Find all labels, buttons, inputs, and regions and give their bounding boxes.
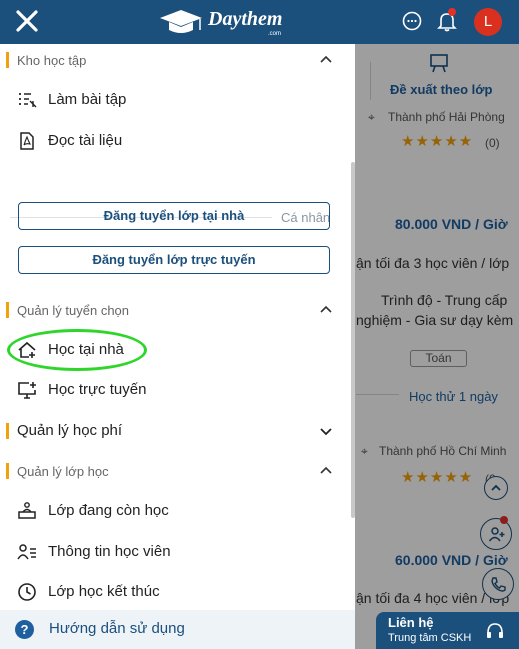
post-online-class-button[interactable]: Đăng tuyển lớp trực tuyến: [18, 246, 330, 274]
chevron-up-icon: [320, 55, 332, 63]
section-study[interactable]: Kho học tập: [0, 44, 345, 76]
logo-text: Daythem: [208, 8, 283, 30]
menu-item-student-info[interactable]: Thông tin học viên: [0, 533, 345, 571]
section-classes[interactable]: Quản lý lớp học: [0, 455, 345, 487]
section-classes-label: Quản lý lớp học: [17, 464, 109, 479]
section-selection[interactable]: Quản lý tuyển chọn: [0, 294, 345, 326]
section-study-label: Kho học tập: [17, 53, 87, 68]
menu-item-label: Thông tin học viên: [48, 543, 171, 560]
app-header: Daythem .com L: [0, 0, 519, 44]
menu-item-ongoing-classes[interactable]: Lớp đang còn học: [0, 492, 345, 530]
section-fees[interactable]: Quản lý học phí: [0, 415, 345, 447]
help-icon: ?: [15, 620, 34, 639]
help-label: Hướng dẫn sử dụng: [49, 620, 185, 637]
highlight-annotation: [7, 329, 147, 371]
pdf-file-icon: [20, 132, 34, 150]
chevron-up-icon: [320, 305, 332, 313]
menu-item-finished-classes[interactable]: Lớp học kết thúc: [0, 573, 345, 611]
notification-badge: [448, 8, 456, 16]
menu-item-read-docs[interactable]: Đọc tài liệu: [0, 122, 345, 160]
chevron-down-icon: [320, 428, 332, 436]
logo-domain: .com: [268, 31, 282, 37]
task-list-icon: [19, 93, 37, 108]
section-marker: [6, 52, 9, 68]
graduation-cap-icon: [160, 10, 202, 33]
section-marker: [6, 423, 9, 439]
avatar[interactable]: L: [474, 8, 502, 36]
menu-item-label: Đọc tài liệu: [48, 132, 123, 149]
section-fees-label: Quản lý học phí: [17, 422, 123, 439]
menu-item-label: Lớp học kết thúc: [48, 583, 160, 600]
menu-item-label: Học trực tuyến: [48, 381, 147, 398]
post-home-class-button[interactable]: Đăng tuyển lớp tại nhà: [18, 202, 330, 230]
menu-item-label: Lớp đang còn học: [48, 502, 169, 519]
drawer-scrollbar[interactable]: [351, 162, 355, 518]
user-list-icon: [17, 544, 36, 560]
section-marker: [6, 302, 9, 318]
contact-title: Liên hệ: [388, 615, 434, 630]
classroom-icon: [18, 502, 36, 519]
section-selection-label: Quản lý tuyển chọn: [17, 303, 130, 318]
help-footer[interactable]: ? Hướng dẫn sử dụng: [0, 610, 355, 649]
contact-button[interactable]: Liên hệ Trung tâm CSKH: [376, 612, 519, 649]
monitor-add-icon: [18, 382, 36, 399]
chat-icon[interactable]: [401, 10, 423, 32]
logo[interactable]: Daythem .com: [158, 6, 288, 40]
section-marker: [6, 463, 9, 479]
clock-icon: [18, 583, 36, 601]
close-icon[interactable]: [14, 8, 40, 34]
headset-icon: [487, 623, 503, 638]
menu-item-online-study[interactable]: Học trực tuyến: [0, 371, 345, 409]
chevron-up-icon: [320, 466, 332, 474]
menu-item-do-exercises[interactable]: Làm bài tập: [0, 81, 345, 119]
menu-item-label: Làm bài tập: [48, 91, 127, 108]
contact-subtitle: Trung tâm CSKH: [388, 632, 472, 644]
